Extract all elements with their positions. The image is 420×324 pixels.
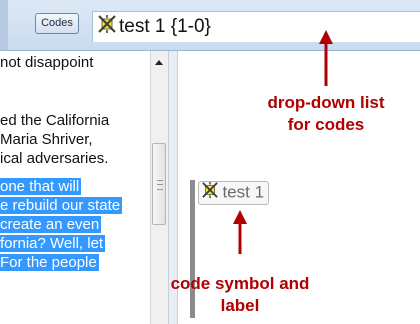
annotation-line: for codes	[287, 115, 365, 134]
dropdown-annotation: drop-down list for codes	[244, 92, 408, 136]
symbol-annotation: code symbol and label	[152, 273, 328, 317]
annotation-line: code symbol and	[170, 274, 310, 293]
annotation-line: label	[220, 296, 260, 315]
annotation-line: drop-down list	[267, 93, 385, 112]
